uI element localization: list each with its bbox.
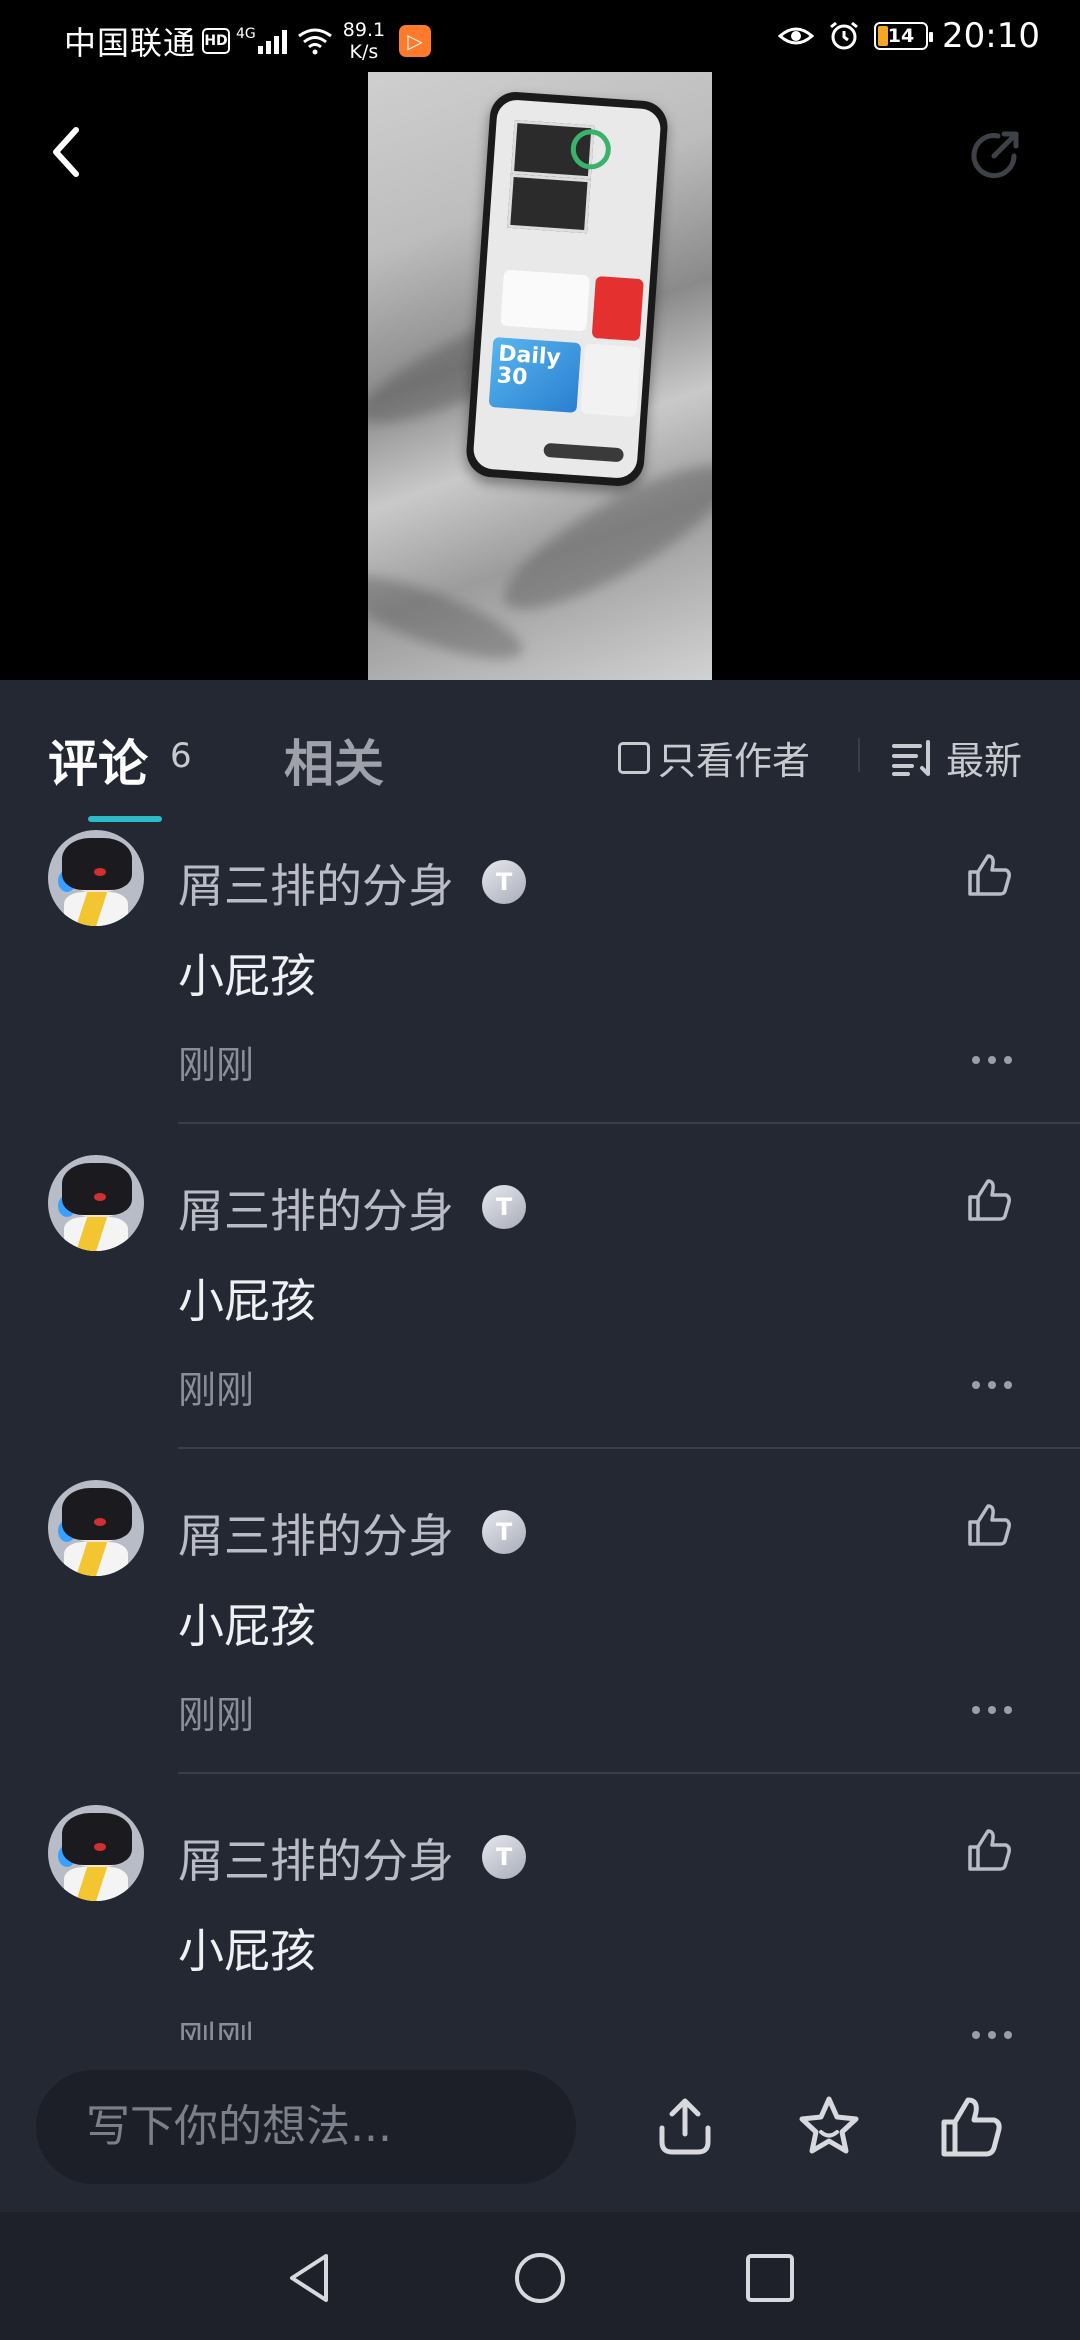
avatar[interactable] (48, 1480, 144, 1576)
avatar-detail (62, 1488, 132, 1540)
comment-timestamp: 刚刚 (178, 1043, 255, 1087)
avatar-detail (94, 1193, 106, 1201)
avatar[interactable] (48, 1155, 144, 1251)
app-root: Daily 30 中国联通 HD 4G 89.1 K/s ▷ 14 20:10 … (0, 0, 1080, 2340)
like-icon[interactable] (964, 1825, 1014, 1875)
comment-tabs: 评论 6 相关 只看作者 最新 (0, 680, 1080, 830)
nav-home-icon[interactable] (512, 2250, 568, 2306)
alarm-icon (830, 21, 858, 50)
comment-text: 小屁孩 (178, 949, 316, 1003)
avatar[interactable] (48, 830, 144, 926)
clock-time: 20:10 (942, 16, 1040, 56)
sort-button[interactable]: 最新 (892, 730, 1022, 785)
checkbox-icon[interactable] (618, 741, 650, 774)
comment-text: 小屁孩 (178, 1924, 316, 1978)
video-frame[interactable]: Daily 30 (368, 72, 712, 680)
phone-screen-block (507, 173, 591, 234)
carrier-name: 中国联通 (64, 24, 197, 62)
avatar-detail (62, 1163, 132, 1215)
nav-back-icon[interactable] (282, 2250, 338, 2306)
battery-fill (878, 26, 889, 46)
app-notification-icon: ▷ (399, 25, 432, 57)
net-speed: 89.1 K/s (343, 19, 385, 63)
status-left: 中国联通 HD 4G 89.1 K/s ▷ (64, 18, 432, 64)
more-icon[interactable] (972, 1706, 1012, 1714)
video-phone-screen: Daily 30 (472, 98, 662, 480)
comment-text: 小屁孩 (178, 1274, 316, 1328)
comment-username[interactable]: 屑三排的分身 (178, 850, 454, 916)
comment-timestamp: 刚刚 (178, 1693, 255, 1737)
phone-screen-red-card (591, 275, 644, 342)
tab-active-indicator (88, 816, 162, 822)
author-only-toggle[interactable]: 只看作者 (618, 730, 810, 785)
network-type: 4G (236, 26, 256, 42)
level-badge: T (482, 1835, 526, 1879)
comment-item[interactable]: 屑三排的分身 T 小屁孩 刚刚 (0, 1155, 1080, 1480)
level-badge: T (482, 1510, 526, 1554)
share-icon[interactable] (966, 126, 1026, 186)
tab-comments[interactable]: 评论 (48, 724, 148, 796)
fabric-fold (368, 559, 531, 675)
avatar-detail (62, 838, 132, 890)
avatar-detail (62, 1813, 132, 1865)
hd-badge: HD (202, 28, 231, 54)
comment-divider (178, 1772, 1080, 1774)
like-icon[interactable] (964, 850, 1014, 900)
phone-screen-clock (500, 269, 590, 332)
status-right: 14 20:10 (778, 16, 1040, 56)
nav-recent-icon[interactable] (742, 2250, 798, 2306)
like-icon[interactable] (936, 2092, 1006, 2162)
avatar-detail (94, 1843, 106, 1851)
comments-count: 6 (170, 736, 192, 776)
bottom-action-bar: 写下你的想法... (0, 2040, 1080, 2212)
eye-comfort-icon (778, 27, 815, 45)
comment-timestamp: 刚刚 (178, 2018, 255, 2040)
video-player[interactable]: Daily 30 中国联通 HD 4G 89.1 K/s ▷ 14 20:10 (0, 0, 1080, 680)
daily-number: 30 (495, 363, 529, 391)
phone-screen-music-card (580, 343, 642, 418)
system-nav-bar (0, 2212, 1080, 2340)
back-icon[interactable] (40, 122, 92, 182)
comment-input[interactable]: 写下你的想法... (36, 2070, 576, 2184)
like-icon[interactable] (964, 1500, 1014, 1550)
avatar[interactable] (48, 1805, 144, 1901)
comment-divider (178, 1447, 1080, 1449)
status-bar: 中国联通 HD 4G 89.1 K/s ▷ 14 20:10 (0, 0, 1080, 72)
net-speed-value: 89.1 (342, 19, 386, 41)
comment-item[interactable]: 屑三排的分身 T 小屁孩 刚刚 (0, 1805, 1080, 2040)
comment-item[interactable]: 屑三排的分身 T 小屁孩 刚刚 (0, 830, 1080, 1155)
level-badge: T (482, 860, 526, 904)
signal-icon (257, 28, 287, 54)
comment-divider (178, 1122, 1080, 1124)
comment-list[interactable]: 屑三排的分身 T 小屁孩 刚刚 屑三排的分身 T 小屁孩 刚刚 屑三排的分身 T… (0, 830, 1080, 2040)
tab-related[interactable]: 相关 (284, 724, 384, 796)
more-icon[interactable] (972, 1381, 1012, 1389)
sort-label: 最新 (946, 739, 1023, 783)
comment-text: 小屁孩 (178, 1599, 316, 1653)
author-only-label: 只看作者 (658, 739, 811, 783)
share-upload-icon[interactable] (650, 2092, 720, 2162)
more-icon[interactable] (972, 1056, 1012, 1064)
avatar-detail (94, 1518, 106, 1526)
battery-icon: 14 (874, 22, 934, 50)
wifi-icon (297, 28, 332, 55)
comment-username[interactable]: 屑三排的分身 (178, 1825, 454, 1891)
video-phone-object: Daily 30 (464, 90, 670, 488)
more-icon[interactable] (972, 2031, 1012, 2039)
comment-timestamp: 刚刚 (178, 1368, 255, 1412)
phone-screen-button (543, 442, 625, 463)
net-speed-unit: K/s (349, 41, 379, 63)
tab-divider (858, 738, 860, 772)
comment-username[interactable]: 屑三排的分身 (178, 1175, 454, 1241)
phone-screen-daily-card: Daily 30 (488, 336, 582, 413)
battery-level: 14 (887, 25, 915, 47)
like-icon[interactable] (964, 1175, 1014, 1225)
avatar-detail (94, 868, 106, 876)
favorite-star-icon[interactable] (794, 2092, 864, 2162)
comment-username[interactable]: 屑三排的分身 (178, 1500, 454, 1566)
sort-icon (892, 739, 930, 776)
level-badge: T (482, 1185, 526, 1229)
comment-item[interactable]: 屑三排的分身 T 小屁孩 刚刚 (0, 1480, 1080, 1805)
